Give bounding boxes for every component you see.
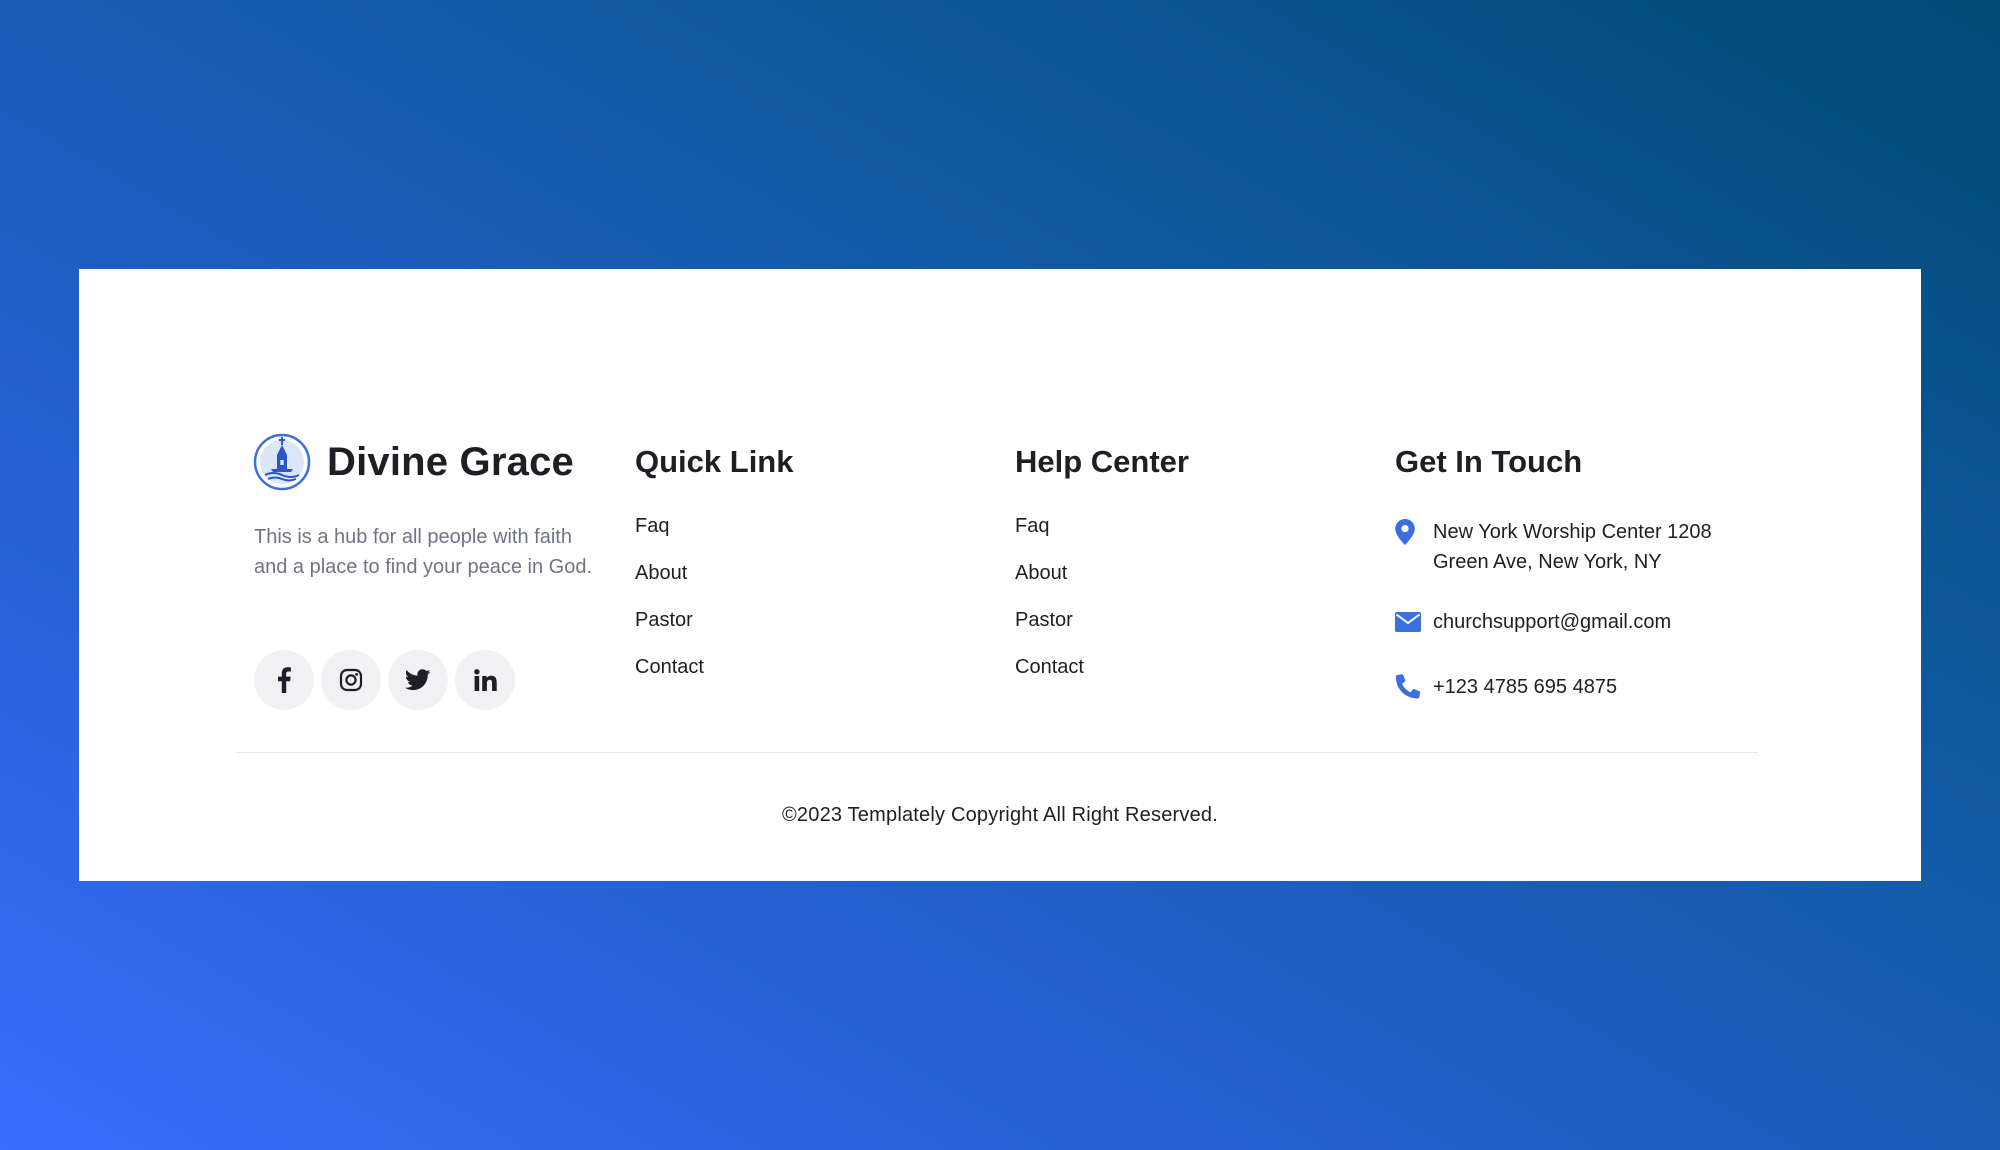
quick-link-contact[interactable]: Contact bbox=[635, 655, 704, 702]
copyright-text: ©2023 Templately Copyright All Right Res… bbox=[781, 804, 1218, 826]
church-logo-icon bbox=[253, 433, 311, 491]
get-in-touch-heading: Get In Touch bbox=[1395, 444, 1583, 479]
twitter-icon bbox=[405, 669, 431, 691]
quick-link-pastor[interactable]: Pastor bbox=[635, 608, 704, 655]
location-pin-icon bbox=[1395, 517, 1425, 547]
contact-email[interactable]: churchsupport@gmail.com bbox=[1395, 607, 1671, 637]
social-links bbox=[254, 650, 515, 710]
linkedin-icon bbox=[473, 669, 497, 691]
quick-link-heading: Quick Link bbox=[635, 444, 794, 479]
brand[interactable]: Divine Grace bbox=[253, 433, 574, 491]
brand-description: This is a hub for all people with faith … bbox=[254, 526, 593, 578]
help-center-about[interactable]: About bbox=[1015, 561, 1084, 608]
contact-phone[interactable]: +123 4785 695 4875 bbox=[1395, 672, 1617, 702]
phone-text[interactable]: +123 4785 695 4875 bbox=[1433, 672, 1617, 702]
envelope-icon bbox=[1395, 607, 1425, 637]
help-center-contact[interactable]: Contact bbox=[1015, 655, 1084, 702]
twitter-button[interactable] bbox=[388, 650, 448, 710]
help-center-pastor[interactable]: Pastor bbox=[1015, 608, 1084, 655]
instagram-icon bbox=[339, 668, 363, 692]
help-center-list: Faq About Pastor Contact bbox=[1015, 514, 1084, 702]
help-center-heading: Help Center bbox=[1015, 444, 1189, 479]
help-center-faq[interactable]: Faq bbox=[1015, 514, 1084, 561]
instagram-button[interactable] bbox=[321, 650, 381, 710]
contact-address: New York Worship Center 1208 Green Ave, … bbox=[1395, 517, 1753, 577]
email-text[interactable]: churchsupport@gmail.com bbox=[1433, 607, 1671, 637]
quick-link-faq[interactable]: Faq bbox=[635, 514, 704, 561]
quick-link-about[interactable]: About bbox=[635, 561, 704, 608]
footer: Divine Grace This is a hub for all peopl… bbox=[79, 269, 1921, 881]
footer-divider bbox=[236, 752, 1758, 753]
linkedin-button[interactable] bbox=[455, 650, 515, 710]
quick-link-list: Faq About Pastor Contact bbox=[635, 514, 704, 702]
address-text: New York Worship Center 1208 Green Ave, … bbox=[1433, 521, 1712, 573]
facebook-button[interactable] bbox=[254, 650, 314, 710]
facebook-icon bbox=[278, 667, 291, 693]
brand-name: Divine Grace bbox=[327, 439, 574, 484]
phone-icon bbox=[1395, 672, 1425, 702]
